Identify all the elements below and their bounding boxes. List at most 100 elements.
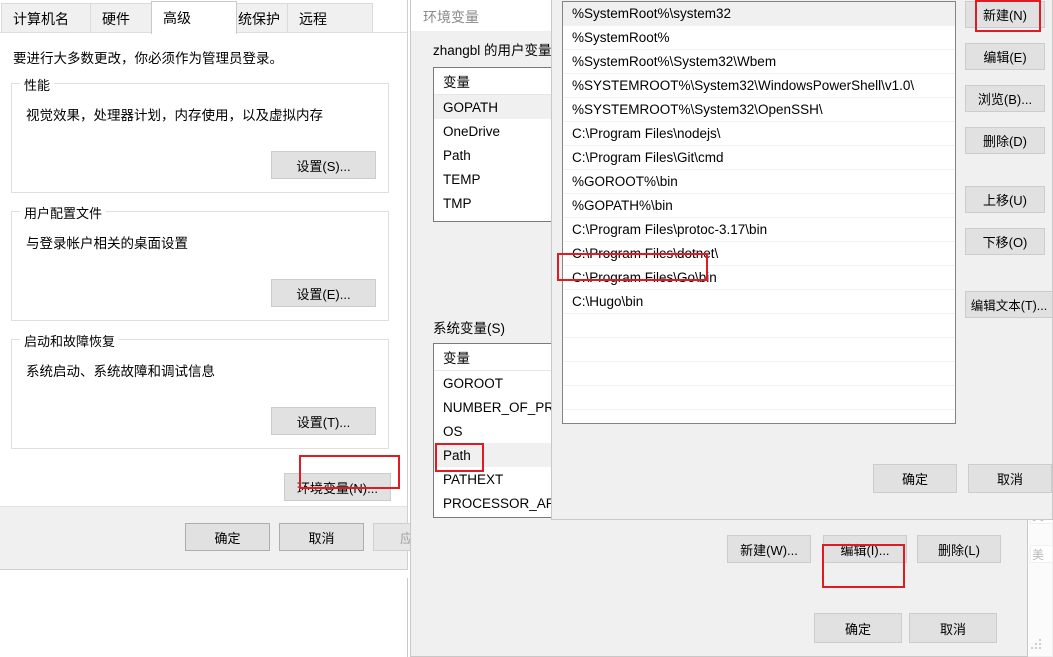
env-dialog-title: 环境变量 bbox=[423, 9, 479, 25]
path-entry-row[interactable]: C:\Program Files\nodejs\ bbox=[563, 122, 955, 146]
path-edit-text-button[interactable]: 编辑文本(T)... bbox=[965, 291, 1053, 318]
system-variables-label: 系统变量(S) bbox=[433, 321, 505, 336]
path-entry-row-hugo[interactable]: C:\Hugo\bin bbox=[563, 290, 955, 314]
path-entry-row[interactable]: %SYSTEMROOT%\System32\OpenSSH\ bbox=[563, 98, 955, 122]
path-entry-text: %SystemRoot%\System32\Wbem bbox=[572, 54, 777, 69]
system-properties-dialog: 计算机名 硬件 高级 系统保护 远程 要进行大多数更改，你必须作为管理员登录。 … bbox=[0, 0, 458, 570]
system-properties-footer: 确定 取消 应用 bbox=[0, 506, 458, 569]
button-label: 新建(W)... bbox=[740, 542, 798, 558]
group-startup-recovery: 启动和故障恢复 系统启动、系统故障和调试信息 设置(T)... bbox=[11, 331, 389, 449]
path-entry-text: C:\Program Files\dotnet\ bbox=[572, 246, 719, 261]
button-label: 确定 bbox=[214, 530, 241, 546]
sysprops-cancel-button[interactable]: 取消 bbox=[279, 523, 364, 551]
path-entry-row-empty[interactable] bbox=[563, 314, 955, 338]
variable-name: OS bbox=[443, 423, 463, 439]
variable-name: Path bbox=[443, 447, 471, 463]
admin-note: 要进行大多数更改，你必须作为管理员登录。 bbox=[13, 51, 283, 66]
path-entry-row[interactable]: %SystemRoot%\system32 bbox=[563, 2, 955, 26]
path-move-up-button[interactable]: 上移(U) bbox=[965, 186, 1045, 213]
path-entry-text: %GOROOT%\bin bbox=[572, 174, 678, 189]
button-label: 上移(U) bbox=[982, 193, 1028, 208]
path-entry-text: %GOPATH%\bin bbox=[572, 198, 673, 213]
tab-label: 远程 bbox=[299, 11, 327, 27]
group-user-profiles-title: 用户配置文件 bbox=[20, 203, 107, 222]
startup-recovery-settings-button[interactable]: 设置(T)... bbox=[271, 407, 376, 435]
tab-label: 硬件 bbox=[102, 11, 130, 27]
background-sheet-bottom bbox=[126, 578, 408, 657]
button-label: 设置(S)... bbox=[296, 158, 351, 174]
button-label: 设置(E)... bbox=[296, 286, 351, 302]
path-entry-text: %SystemRoot%\system32 bbox=[572, 6, 732, 21]
button-label: 编辑文本(T)... bbox=[970, 299, 1048, 313]
path-entry-text: C:\Program Files\Go\bin bbox=[572, 270, 717, 285]
tab-advanced[interactable]: 高级 bbox=[151, 1, 237, 34]
variable-name: TMP bbox=[443, 195, 472, 211]
path-entry-text: %SYSTEMROOT%\System32\WindowsPowerShell\… bbox=[572, 78, 915, 93]
button-label: 删除(D) bbox=[982, 134, 1028, 149]
system-variable-delete-button[interactable]: 删除(L) bbox=[917, 535, 1001, 563]
path-entry-row[interactable]: C:\Program Files\Git\cmd bbox=[563, 146, 955, 170]
variable-name: OneDrive bbox=[443, 123, 501, 139]
path-entries-listbox[interactable]: %SystemRoot%\system32 %SystemRoot% %Syst… bbox=[562, 1, 956, 424]
group-performance: 性能 视觉效果，处理器计划，内存使用，以及虚拟内存 设置(S)... bbox=[11, 75, 389, 193]
button-label: 删除(L) bbox=[938, 542, 980, 558]
variable-name: GOPATH bbox=[443, 99, 499, 115]
button-label: 取消 bbox=[308, 530, 335, 546]
column-header-label: 变量 bbox=[443, 75, 470, 90]
user-profiles-settings-button[interactable]: 设置(E)... bbox=[271, 279, 376, 307]
path-delete-button[interactable]: 删除(D) bbox=[965, 127, 1045, 154]
env-dialog-cancel-button[interactable]: 取消 bbox=[909, 613, 997, 643]
button-label: 确定 bbox=[844, 621, 871, 637]
background-resize-grip bbox=[1030, 638, 1044, 652]
edit-path-dialog: %SystemRoot%\system32 %SystemRoot% %Syst… bbox=[551, 0, 1053, 520]
path-entry-text: %SystemRoot% bbox=[572, 30, 670, 45]
group-user-profiles-description: 与登录帐户相关的桌面设置 bbox=[26, 236, 188, 251]
system-variable-edit-button[interactable]: 编辑(I)... bbox=[823, 535, 907, 563]
sysprops-ok-button[interactable]: 确定 bbox=[185, 523, 270, 551]
column-header-label: 变量 bbox=[443, 351, 470, 366]
path-dialog-ok-button[interactable]: 确定 bbox=[873, 464, 957, 493]
path-entry-row-empty[interactable] bbox=[563, 338, 955, 362]
path-edit-button[interactable]: 编辑(E) bbox=[965, 43, 1045, 70]
system-variable-new-button[interactable]: 新建(W)... bbox=[727, 535, 811, 563]
path-entry-row[interactable]: C:\Program Files\Go\bin bbox=[563, 266, 955, 290]
environment-variables-button[interactable]: 环境变量(N)... bbox=[284, 473, 391, 501]
path-entry-row-empty[interactable] bbox=[563, 362, 955, 386]
button-label: 设置(T)... bbox=[296, 414, 351, 430]
tab-remote[interactable]: 远程 bbox=[287, 3, 373, 34]
button-label: 浏览(B)... bbox=[977, 92, 1033, 107]
button-label: 取消 bbox=[996, 472, 1023, 487]
button-label: 新建(N) bbox=[982, 8, 1028, 23]
button-label: 编辑(E) bbox=[983, 50, 1027, 65]
tab-label: 高级 bbox=[163, 10, 191, 26]
path-entry-row[interactable]: %GOPATH%\bin bbox=[563, 194, 955, 218]
variable-name: TEMP bbox=[443, 171, 481, 187]
button-label: 下移(O) bbox=[982, 235, 1028, 250]
path-entry-row-empty[interactable] bbox=[563, 386, 955, 410]
path-entry-row[interactable]: C:\Program Files\dotnet\ bbox=[563, 242, 955, 266]
path-entry-row-empty[interactable] bbox=[563, 410, 955, 423]
tab-label: 计算机名 bbox=[13, 11, 69, 27]
button-label: 确定 bbox=[901, 472, 928, 487]
group-performance-description: 视觉效果，处理器计划，内存使用，以及虚拟内存 bbox=[26, 108, 323, 123]
path-entry-text: %SYSTEMROOT%\System32\OpenSSH\ bbox=[572, 102, 823, 117]
path-entry-row[interactable]: %GOROOT%\bin bbox=[563, 170, 955, 194]
path-entry-row[interactable]: C:\Program Files\protoc-3.17\bin bbox=[563, 218, 955, 242]
user-variables-label: zhangbl 的用户变量(U) bbox=[433, 43, 571, 58]
path-browse-button[interactable]: 浏览(B)... bbox=[965, 85, 1045, 112]
variable-name: PATHEXT bbox=[443, 471, 504, 487]
path-entry-row[interactable]: %SystemRoot%\System32\Wbem bbox=[563, 50, 955, 74]
path-new-button[interactable]: 新建(N) bbox=[965, 1, 1045, 28]
path-entry-row[interactable]: %SYSTEMROOT%\System32\WindowsPowerShell\… bbox=[563, 74, 955, 98]
performance-settings-button[interactable]: 设置(S)... bbox=[271, 151, 376, 179]
env-dialog-ok-button[interactable]: 确定 bbox=[814, 613, 902, 643]
group-performance-title: 性能 bbox=[20, 75, 55, 94]
path-entry-text: C:\Hugo\bin bbox=[572, 294, 644, 309]
background-ghost-label-2: 美 bbox=[1032, 548, 1045, 562]
system-properties-body: 要进行大多数更改，你必须作为管理员登录。 性能 视觉效果，处理器计划，内存使用，… bbox=[0, 33, 458, 569]
path-dialog-cancel-button[interactable]: 取消 bbox=[968, 464, 1052, 493]
path-entry-row[interactable]: %SystemRoot% bbox=[563, 26, 955, 50]
group-startup-recovery-description: 系统启动、系统故障和调试信息 bbox=[26, 364, 215, 379]
path-move-down-button[interactable]: 下移(O) bbox=[965, 228, 1045, 255]
path-entry-text: C:\Program Files\protoc-3.17\bin bbox=[572, 222, 768, 237]
